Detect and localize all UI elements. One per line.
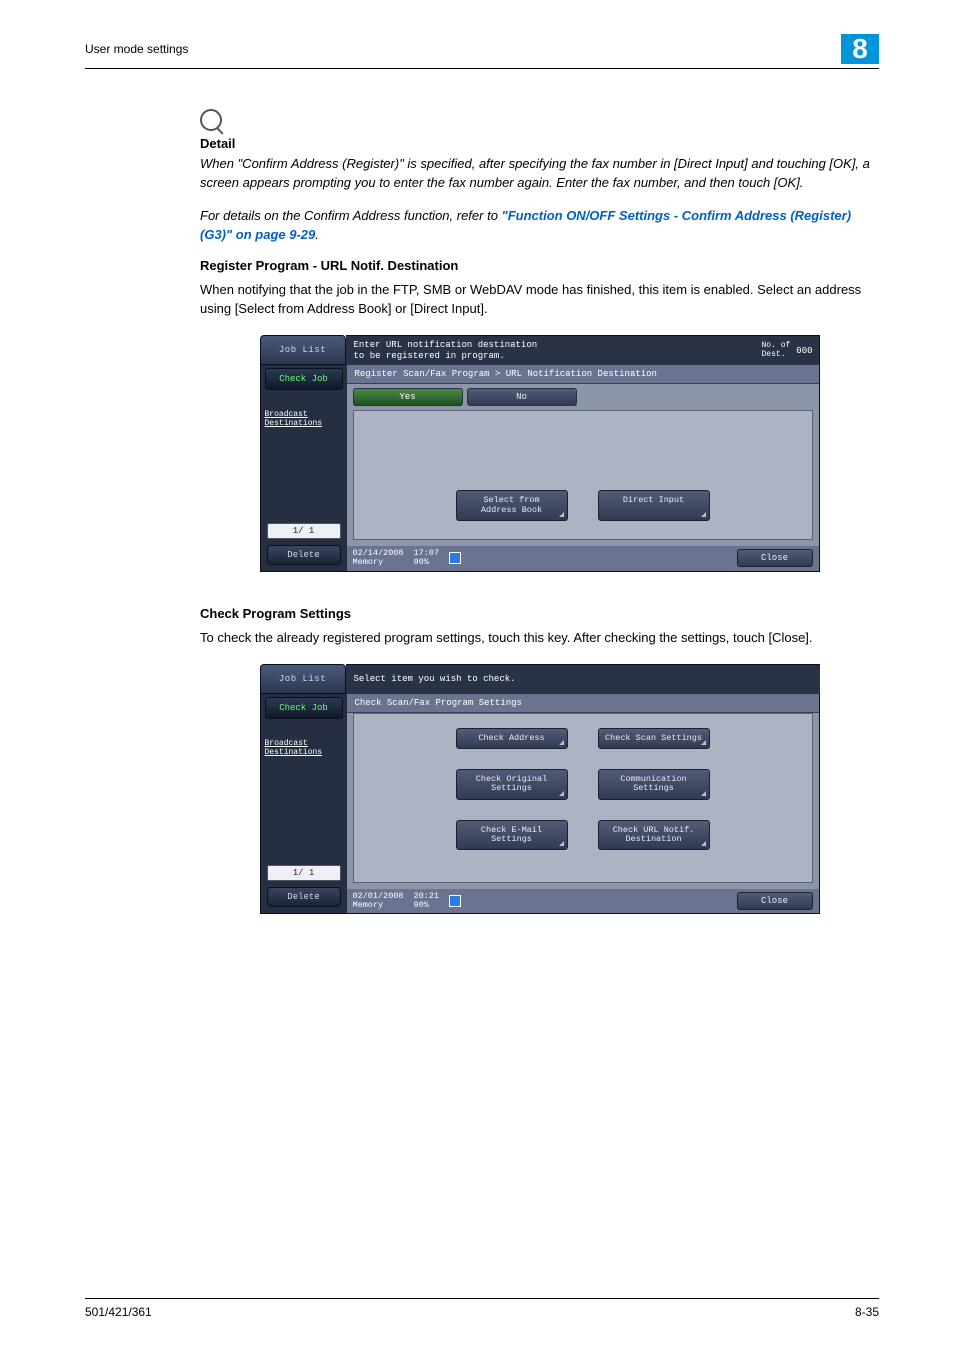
check-address-button[interactable]: Check Address	[456, 728, 568, 749]
header-section-title: User mode settings	[85, 36, 188, 56]
panel2-memory-label: Memory	[353, 901, 404, 910]
footer-model: 501/421/361	[85, 1305, 152, 1319]
section2-heading: Check Program Settings	[200, 606, 879, 621]
section2-body: To check the already registered program …	[200, 629, 879, 648]
section1-body: When notifying that the job in the FTP, …	[200, 281, 879, 319]
url-notification-panel: Job List Enter URL notification destinat…	[260, 335, 820, 572]
panel2-button-grid: Check Address Check Scan Settings Check …	[353, 713, 813, 883]
dest-label: No. of Dest.	[762, 342, 791, 360]
job-list-tab-2[interactable]: Job List	[260, 664, 346, 694]
check-email-settings-button[interactable]: Check E-Mail Settings	[456, 820, 568, 851]
detail-icon	[200, 109, 222, 131]
page-footer: 501/421/361 8-35	[85, 1298, 879, 1319]
panel2-message: Select item you wish to check.	[346, 664, 820, 694]
status-icon-2	[449, 895, 461, 907]
panel1-breadcrumb: Register Scan/Fax Program > URL Notifica…	[347, 365, 819, 384]
detail-paragraph-1: When "Confirm Address (Register)" is spe…	[200, 155, 879, 193]
detail-p2-suffix: .	[315, 227, 319, 242]
panel1-content-area: Select from Address Book Direct Input	[353, 410, 813, 540]
check-original-settings-button[interactable]: Check Original Settings	[456, 769, 568, 800]
yes-button[interactable]: Yes	[353, 388, 463, 406]
panel2-close-button[interactable]: Close	[737, 892, 813, 910]
page-header: User mode settings 8	[85, 36, 879, 69]
delete-button[interactable]: Delete	[267, 545, 341, 565]
dest-count: 000	[796, 346, 812, 356]
panel2-status-bar: 02/01/2008 Memory 20:21 90% Close	[347, 889, 819, 914]
delete-button-2[interactable]: Delete	[267, 887, 341, 907]
check-program-settings-panel: Job List Select item you wish to check. …	[260, 664, 820, 915]
direct-input-button[interactable]: Direct Input	[598, 490, 710, 521]
panel1-message: Enter URL notification destination to be…	[346, 335, 756, 365]
panel1-memory-label: Memory	[353, 558, 404, 567]
dest-count-box: No. of Dest. 000	[756, 335, 820, 365]
check-url-notif-button[interactable]: Check URL Notif. Destination	[598, 820, 710, 851]
panel1-memory-value: 90%	[414, 558, 440, 567]
broadcast-destinations-label: Broadcast Destinations	[265, 408, 343, 430]
panel1-status-bar: 02/14/2008 Memory 17:07 90% Close	[347, 546, 819, 571]
panel2-breadcrumb: Check Scan/Fax Program Settings	[347, 694, 819, 713]
communication-settings-button[interactable]: Communication Settings	[598, 769, 710, 800]
panel1-close-button[interactable]: Close	[737, 549, 813, 567]
job-list-tab[interactable]: Job List	[260, 335, 346, 365]
no-button[interactable]: No	[467, 388, 577, 406]
status-icon	[449, 552, 461, 564]
footer-page-number: 8-35	[855, 1305, 879, 1319]
broadcast-destinations-label-2: Broadcast Destinations	[265, 737, 343, 759]
detail-p2-prefix: For details on the Confirm Address funct…	[200, 208, 502, 223]
panel2-memory-value: 90%	[414, 901, 440, 910]
chapter-badge: 8	[841, 34, 879, 64]
detail-heading: Detail	[200, 136, 879, 151]
pager-indicator: 1/ 1	[267, 523, 341, 539]
pager-indicator-2: 1/ 1	[267, 865, 341, 881]
section1-heading: Register Program - URL Notif. Destinatio…	[200, 258, 879, 273]
check-scan-settings-button[interactable]: Check Scan Settings	[598, 728, 710, 749]
detail-paragraph-2: For details on the Confirm Address funct…	[200, 207, 879, 245]
check-job-button-2[interactable]: Check Job	[265, 697, 343, 719]
select-from-address-book-button[interactable]: Select from Address Book	[456, 490, 568, 521]
check-job-button[interactable]: Check Job	[265, 368, 343, 390]
